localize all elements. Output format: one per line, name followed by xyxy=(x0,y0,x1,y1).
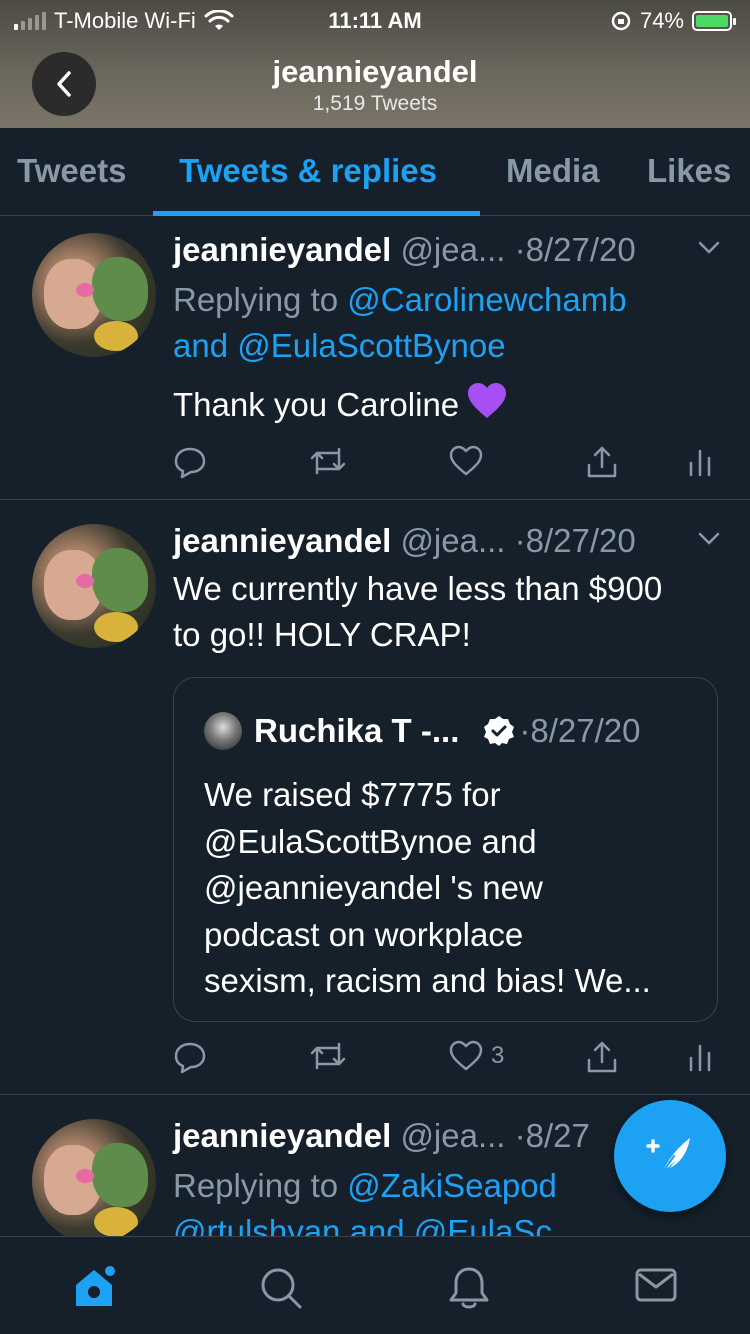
retweet-button[interactable] xyxy=(309,445,347,477)
search-icon xyxy=(261,1268,302,1309)
tweet-actions xyxy=(173,445,718,485)
retweet-icon xyxy=(310,447,346,475)
author-handle: @jea... xyxy=(400,1117,506,1154)
tweet-item[interactable]: jeannieyandel @jea... ·8/27/20 Replying … xyxy=(0,217,750,500)
compose-icon xyxy=(646,1138,690,1177)
quoted-tweet-header: Ruchika T -... ·8/27/20 xyxy=(204,712,640,750)
share-button[interactable] xyxy=(585,445,619,479)
quoted-date: ·8/27/20 xyxy=(519,712,641,749)
battery-percent: 74% xyxy=(639,8,684,33)
quoted-author-name: Ruchika T -... xyxy=(254,712,460,749)
avatar[interactable] xyxy=(32,524,156,648)
reply-icon xyxy=(174,1042,206,1074)
notifications-icon xyxy=(449,1267,489,1309)
profile-tabs: Tweets Tweets & replies Media Likes xyxy=(0,128,750,216)
tweet-date: ·8/27 xyxy=(514,1117,590,1154)
verified-icon xyxy=(484,716,515,746)
tab-tweets[interactable]: Tweets xyxy=(17,152,126,190)
analytics-icon xyxy=(689,1044,711,1072)
like-count: 3 xyxy=(491,1042,505,1069)
profile-name: jeannieyandel xyxy=(272,54,478,89)
status-bar: T-Mobile Wi-Fi 11:11 AM 74% xyxy=(0,0,750,40)
author-name[interactable]: jeannieyandel xyxy=(173,231,391,268)
nav-search[interactable] xyxy=(258,1265,304,1314)
analytics-icon xyxy=(689,449,711,477)
avatar[interactable] xyxy=(32,233,156,357)
mention-link[interactable]: @EulaScottBynoe xyxy=(237,327,505,364)
purple-heart-icon xyxy=(467,382,507,432)
retweet-icon xyxy=(310,1042,346,1070)
compose-tweet-button[interactable] xyxy=(614,1100,726,1212)
avatar[interactable] xyxy=(32,1119,156,1236)
tab-tweets-and-replies[interactable]: Tweets & replies xyxy=(179,152,437,190)
tab-media[interactable]: Media xyxy=(506,152,600,190)
tweet-text: Thank you Caroline xyxy=(173,382,507,432)
reply-button[interactable] xyxy=(173,445,207,479)
tweet-actions: 3 xyxy=(173,1040,718,1080)
reply-and: and xyxy=(173,327,229,364)
chevron-down-icon[interactable] xyxy=(698,241,720,255)
author-handle: @jea... xyxy=(400,522,506,559)
active-tab-indicator xyxy=(153,211,480,216)
replying-to: Replying to @Carolinewchamb and @EulaSco… xyxy=(173,281,627,364)
messages-icon xyxy=(635,1268,677,1302)
reply-button[interactable] xyxy=(173,1040,207,1074)
nav-messages[interactable] xyxy=(634,1265,678,1310)
chevron-down-icon[interactable] xyxy=(698,532,720,546)
retweet-button[interactable] xyxy=(309,1040,347,1072)
tab-likes[interactable]: Likes xyxy=(647,152,731,190)
share-icon xyxy=(587,1041,617,1073)
like-icon xyxy=(449,445,483,476)
share-icon xyxy=(587,446,617,478)
nav-home[interactable] xyxy=(72,1265,120,1314)
tweet-date: ·8/27/20 xyxy=(514,522,636,559)
author-handle: @jea... xyxy=(400,231,506,268)
mention-link[interactable]: @Carolinewchamb xyxy=(347,281,626,318)
tweet-text: We currently have less than $900 to go!!… xyxy=(173,570,663,653)
analytics-button[interactable] xyxy=(688,1040,712,1072)
nav-notifications[interactable] xyxy=(447,1265,491,1316)
tweet-header: jeannieyandel @jea... ·8/27 xyxy=(173,1117,590,1155)
quoted-avatar xyxy=(204,712,242,750)
mention-link[interactable]: @ZakiSeapod xyxy=(347,1167,557,1204)
quoted-tweet[interactable]: Ruchika T -... ·8/27/20 We raised $7775 … xyxy=(173,677,718,1022)
quoted-text: We raised $7775 for @EulaScottBynoe and … xyxy=(204,776,651,999)
tweet-header: jeannieyandel @jea... ·8/27/20 xyxy=(173,231,636,269)
reply-icon xyxy=(174,447,206,479)
bottom-navigation xyxy=(0,1236,750,1334)
like-button[interactable]: 3 xyxy=(449,1040,504,1072)
author-name[interactable]: jeannieyandel xyxy=(173,1117,391,1154)
tweet-date: ·8/27/20 xyxy=(514,231,636,268)
like-icon xyxy=(449,1040,483,1071)
mention-link[interactable]: @rtulshyan and @EulaSc xyxy=(173,1213,552,1236)
replying-to: Replying to @ZakiSeapod @rtulshyan and @… xyxy=(173,1163,557,1236)
tweet-count: 1,519 Tweets xyxy=(312,92,438,115)
profile-header: T-Mobile Wi-Fi 11:11 AM 74% jeannieyande… xyxy=(0,0,750,128)
share-button[interactable] xyxy=(585,1040,619,1074)
battery-icon xyxy=(692,11,736,31)
author-name[interactable]: jeannieyandel xyxy=(173,522,391,559)
orientation-lock-icon xyxy=(611,11,631,31)
analytics-button[interactable] xyxy=(688,445,712,477)
home-icon xyxy=(76,1266,115,1306)
like-button[interactable] xyxy=(449,445,483,477)
tweet-header: jeannieyandel @jea... ·8/27/20 xyxy=(173,522,636,560)
